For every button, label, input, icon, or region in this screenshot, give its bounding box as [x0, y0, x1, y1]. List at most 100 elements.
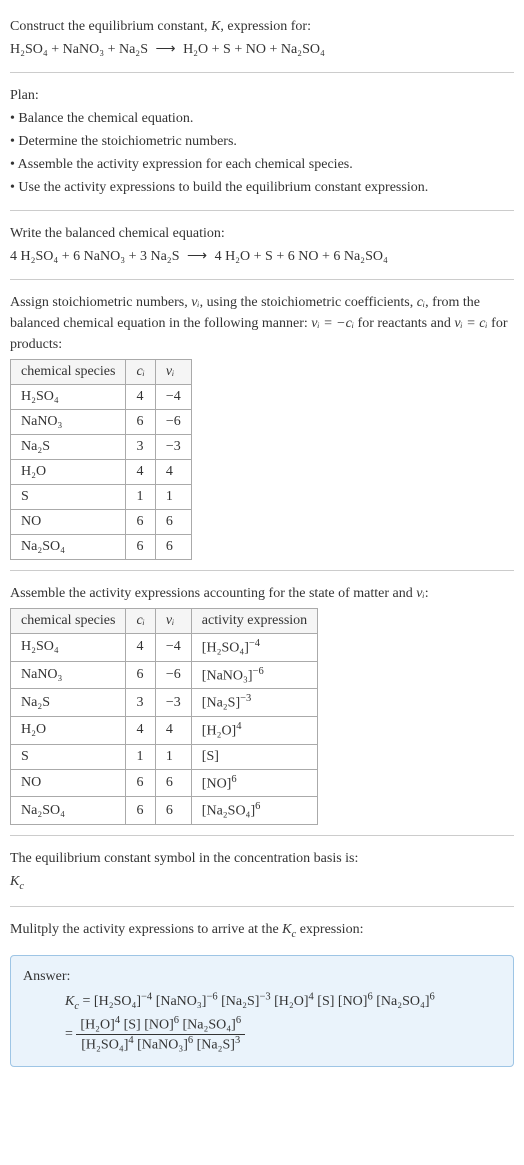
- kc-symbol: Kc: [282, 922, 296, 937]
- answer-box: Answer: Kc = [H₂SO₄]−4 [NaNO₃]−6 [Na₂S]−…: [10, 955, 514, 1067]
- table-cell: 6: [155, 535, 191, 560]
- table-row: H₂O44[H₂O]4: [11, 716, 318, 744]
- kc-base: K: [65, 994, 74, 1009]
- activity-expression: [Na₂S]−3: [191, 689, 317, 717]
- activity-expression: [NO]6: [191, 769, 317, 797]
- table-header: chemical species: [11, 360, 126, 385]
- kc-block: The equilibrium constant symbol in the c…: [10, 840, 514, 903]
- kc-base: K: [10, 874, 19, 889]
- denominator: [H₂SO₄]4 [NaNO₃]6 [Na₂S]3: [76, 1035, 245, 1054]
- divider: [10, 72, 514, 73]
- table-cell: 6: [155, 510, 191, 535]
- table-cell: 4: [126, 634, 155, 662]
- table-cell: 4: [126, 460, 155, 485]
- table-cell: H₂O: [11, 460, 126, 485]
- title-prefix: Construct the equilibrium constant,: [10, 19, 211, 34]
- table-cell: −4: [155, 634, 191, 662]
- table-header: νᵢ: [155, 360, 191, 385]
- table-cell: 6: [155, 797, 191, 825]
- table-row: Na₂SO₄66: [11, 535, 192, 560]
- answer-line-1: Kc = [H₂SO₄]−4 [NaNO₃]−6 [Na₂S]−3 [H₂O]4…: [65, 991, 501, 1011]
- plan-step: • Use the activity expressions to build …: [10, 177, 514, 198]
- equals: =: [79, 994, 94, 1009]
- divider: [10, 570, 514, 571]
- table-cell: −3: [155, 435, 191, 460]
- activity-intro: Assemble the activity expressions accoun…: [10, 583, 514, 604]
- table-cell: 6: [126, 661, 155, 689]
- table-cell: 4: [155, 716, 191, 744]
- nu-i: νᵢ: [416, 586, 424, 601]
- table-cell: 1: [126, 485, 155, 510]
- table-cell: −6: [155, 661, 191, 689]
- table-cell: Na₂SO₄: [11, 535, 126, 560]
- balanced-label: Write the balanced chemical equation:: [10, 223, 514, 244]
- table-cell: 6: [126, 535, 155, 560]
- kc-label: The equilibrium constant symbol in the c…: [10, 848, 514, 869]
- table-row: NaNO₃6−6: [11, 410, 192, 435]
- answer-label: Answer:: [23, 966, 501, 987]
- table-cell: 1: [155, 744, 191, 769]
- plan-label: Plan:: [10, 85, 514, 106]
- table-row: Na₂SO₄66[Na₂SO₄]6: [11, 797, 318, 825]
- activity-table: chemical speciescᵢνᵢactivity expressionH…: [10, 608, 318, 825]
- table-header: chemical species: [11, 609, 126, 634]
- balanced-block: Write the balanced chemical equation: 4 …: [10, 215, 514, 275]
- fraction: [H₂O]4 [S] [NO]6 [Na₂SO₄]6 [H₂SO₄]4 [NaN…: [76, 1015, 245, 1053]
- table-cell: NaNO₃: [11, 661, 126, 689]
- table-cell: NaNO₃: [11, 410, 126, 435]
- activity-expression: [S]: [191, 744, 317, 769]
- table-header: activity expression: [191, 609, 317, 634]
- table-cell: Na₂S: [11, 689, 126, 717]
- kc-base: K: [282, 922, 291, 937]
- reaction-unbalanced: H₂SO₄ + NaNO₃ + Na₂S ⟶ H₂O + S + NO + Na…: [10, 39, 514, 60]
- text: , using the stoichiometric coefficients,: [200, 295, 417, 310]
- table-cell: H₂SO₄: [11, 385, 126, 410]
- table-row: S11[S]: [11, 744, 318, 769]
- divider: [10, 279, 514, 280]
- table-cell: S: [11, 485, 126, 510]
- stoich-intro: Assign stoichiometric numbers, νᵢ, using…: [10, 292, 514, 355]
- plan-step: • Balance the chemical equation.: [10, 108, 514, 129]
- table-cell: 4: [155, 460, 191, 485]
- table-cell: 4: [126, 385, 155, 410]
- nu-eq-react: νᵢ = −cᵢ: [311, 316, 354, 331]
- divider: [10, 906, 514, 907]
- numerator: [H₂O]4 [S] [NO]6 [Na₂SO₄]6: [76, 1015, 245, 1035]
- table-cell: Na₂S: [11, 435, 126, 460]
- table-cell: −4: [155, 385, 191, 410]
- plan-step: • Determine the stoichiometric numbers.: [10, 131, 514, 152]
- table-cell: 6: [126, 769, 155, 797]
- table-cell: NO: [11, 510, 126, 535]
- kc-sub: c: [19, 881, 24, 892]
- table-cell: 4: [126, 716, 155, 744]
- c-i: cᵢ: [417, 295, 425, 310]
- stoich-block: Assign stoichiometric numbers, νᵢ, using…: [10, 284, 514, 566]
- title-line: Construct the equilibrium constant, K, e…: [10, 16, 514, 37]
- table-cell: H₂O: [11, 716, 126, 744]
- table-cell: S: [11, 744, 126, 769]
- product-of-activities: [H₂SO₄]−4 [NaNO₃]−6 [Na₂S]−3 [H₂O]4 [S] …: [94, 994, 435, 1009]
- table-row: S11: [11, 485, 192, 510]
- title-k: K: [211, 19, 220, 34]
- text: :: [425, 586, 429, 601]
- table-cell: −6: [155, 410, 191, 435]
- equals: =: [65, 1027, 76, 1042]
- table-row: H₂SO₄4−4[H₂SO₄]−4: [11, 634, 318, 662]
- table-row: H₂SO₄4−4: [11, 385, 192, 410]
- divider: [10, 835, 514, 836]
- table-cell: −3: [155, 689, 191, 717]
- table-cell: 6: [155, 769, 191, 797]
- activity-expression: [Na₂SO₄]6: [191, 797, 317, 825]
- table-cell: 1: [155, 485, 191, 510]
- table-cell: 6: [126, 510, 155, 535]
- table-cell: 6: [126, 410, 155, 435]
- kc-symbol: Kc: [10, 871, 514, 895]
- table-header: νᵢ: [155, 609, 191, 634]
- table-header: cᵢ: [126, 360, 155, 385]
- text: expression:: [296, 922, 363, 937]
- table-row: Na₂S3−3[Na₂S]−3: [11, 689, 318, 717]
- text: Mulitply the activity expressions to arr…: [10, 922, 282, 937]
- title-suffix: , expression for:: [220, 19, 311, 34]
- stoich-table: chemical speciescᵢνᵢH₂SO₄4−4NaNO₃6−6Na₂S…: [10, 359, 192, 560]
- divider: [10, 210, 514, 211]
